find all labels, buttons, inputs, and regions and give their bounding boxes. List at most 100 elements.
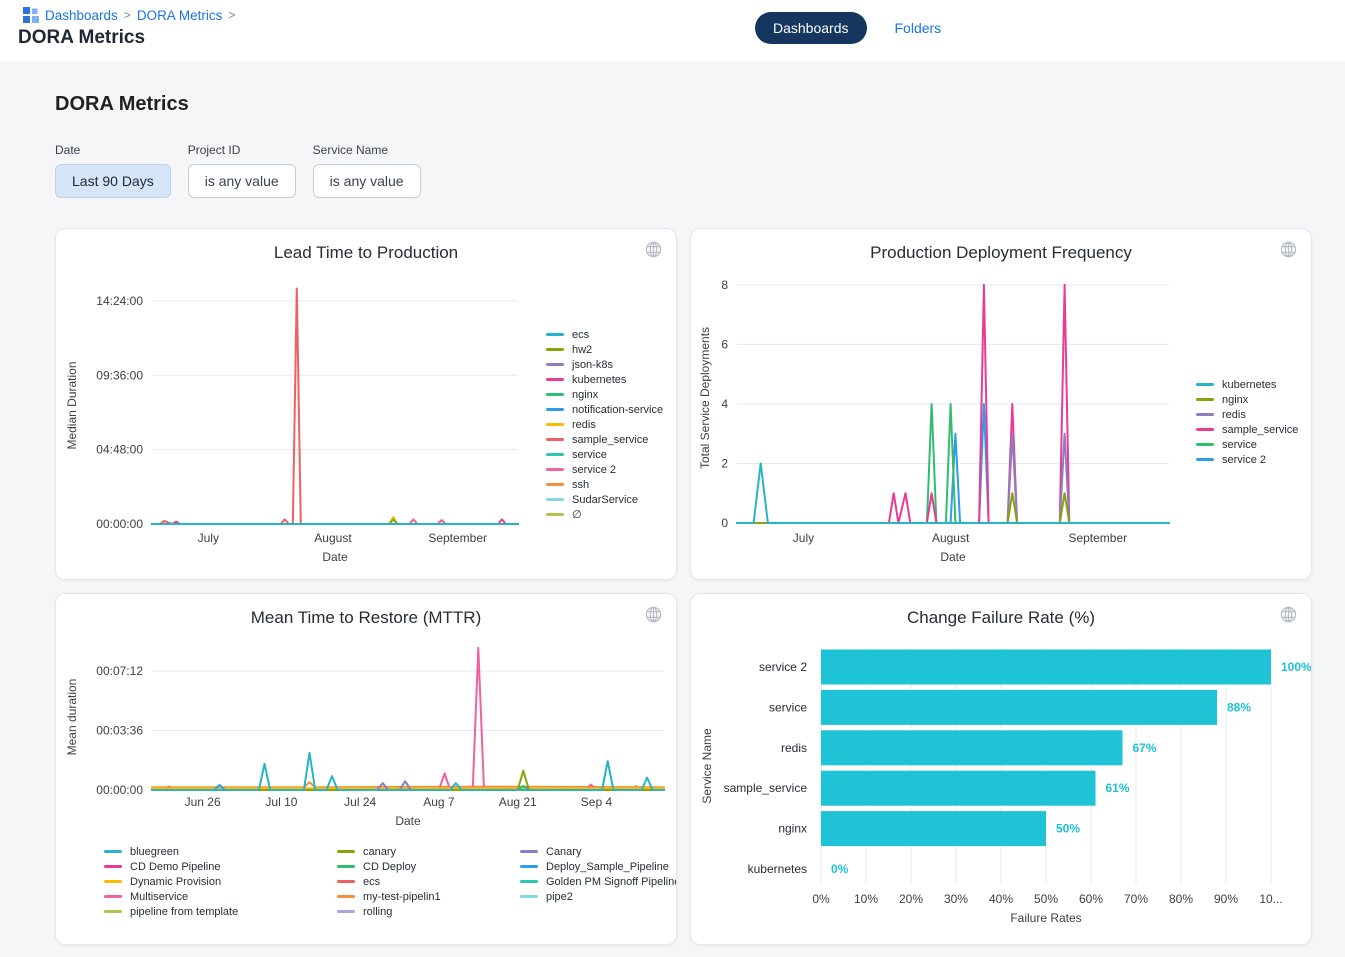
legend-swatch	[104, 865, 122, 868]
legend-item-sample_service[interactable]: sample_service	[546, 432, 663, 447]
bar-service 2[interactable]	[821, 650, 1271, 685]
legend-item-my-test-pipelin1[interactable]: my-test-pipelin1	[337, 889, 520, 904]
legend-swatch	[546, 438, 564, 441]
legend-item-json-k8s[interactable]: json-k8s	[546, 357, 663, 372]
legend-item-ssh[interactable]: ssh	[546, 477, 663, 492]
tab-dashboards[interactable]: Dashboards	[755, 12, 867, 44]
legend-item-notification-service[interactable]: notification-service	[546, 402, 663, 417]
legend-swatch	[104, 895, 122, 898]
x-axis-tick: 70%	[1124, 892, 1148, 906]
legend-item-nginx[interactable]: nginx	[1196, 392, 1298, 407]
legend-swatch	[337, 880, 355, 883]
legend-label: pipeline from template	[130, 906, 238, 918]
legend-label: service	[1222, 439, 1257, 451]
legend-swatch	[520, 880, 538, 883]
legend-item-Deploy_Sample_Pipeline[interactable]: Deploy_Sample_Pipeline	[520, 859, 677, 874]
legend-swatch	[546, 483, 564, 486]
y-axis-label: Median Duration	[65, 361, 79, 449]
legend-swatch	[546, 453, 564, 456]
legend-item-service 2[interactable]: service 2	[1196, 452, 1298, 467]
x-axis-label: Date	[940, 550, 966, 564]
legend-item-CD Deploy[interactable]: CD Deploy	[337, 859, 520, 874]
legend-item-kubernetes[interactable]: kubernetes	[546, 372, 663, 387]
legend-swatch	[1196, 413, 1214, 416]
legend-label: SudarService	[572, 494, 638, 506]
x-axis-tick: 0%	[812, 892, 830, 906]
legend-item-sample_service[interactable]: sample_service	[1196, 422, 1298, 437]
filter-service-name-value-button[interactable]: is any value	[313, 164, 421, 198]
x-axis-tick: July	[198, 531, 219, 545]
y-axis-tick: 2	[721, 456, 728, 470]
legend-label: Deploy_Sample_Pipeline	[546, 861, 669, 873]
legend-item-ecs[interactable]: ecs	[337, 874, 520, 889]
series-line-sample_service	[152, 289, 518, 525]
breadcrumb-link-dora-metrics[interactable]: DORA Metrics	[137, 8, 223, 23]
legend-item-canary[interactable]: canary	[337, 844, 520, 859]
legend-item-redis[interactable]: redis	[546, 417, 663, 432]
legend-label: ∅	[572, 508, 582, 521]
legend-swatch	[546, 423, 564, 426]
mttr-chart: 00:00:0000:03:3600:07:12Jun 26Jul 10Jul …	[56, 594, 677, 834]
legend-swatch	[1196, 398, 1214, 401]
filter-project-id-value-button[interactable]: is any value	[188, 164, 296, 198]
legend-item-service 2[interactable]: service 2	[546, 462, 663, 477]
legend-item-rolling[interactable]: rolling	[337, 904, 520, 919]
legend-item-Canary[interactable]: Canary	[520, 844, 677, 859]
legend-item-pipeline from template[interactable]: pipeline from template	[104, 904, 337, 919]
legend-item-CD Demo Pipeline[interactable]: CD Demo Pipeline	[104, 859, 337, 874]
legend-item-Dynamic Provision[interactable]: Dynamic Provision	[104, 874, 337, 889]
legend-item-Golden PM Signoff Pipeline[interactable]: Golden PM Signoff Pipeline	[520, 874, 677, 889]
legend-swatch	[104, 880, 122, 883]
legend-swatch	[1196, 428, 1214, 431]
legend-label: redis	[572, 419, 596, 431]
bar-service[interactable]	[821, 690, 1217, 725]
legend-label: Dynamic Provision	[130, 876, 221, 888]
legend-label: service 2	[572, 464, 616, 476]
legend-item-redis[interactable]: redis	[1196, 407, 1298, 422]
card-lead-time-to-production: Lead Time to Production 00:00:0004:48:00…	[55, 228, 677, 580]
legend-item-SudarService[interactable]: SudarService	[546, 492, 663, 507]
x-axis-tick: 40%	[989, 892, 1013, 906]
x-axis-tick: Jul 10	[265, 795, 297, 809]
legend-item-service[interactable]: service	[546, 447, 663, 462]
legend-label: CD Deploy	[363, 861, 416, 873]
legend-item-ecs[interactable]: ecs	[546, 327, 663, 342]
y-axis-tick: 04:48:00	[96, 443, 143, 457]
legend-item-pipe2[interactable]: pipe2	[520, 889, 677, 904]
card-production-deployment-frequency: Production Deployment Frequency 02468Jul…	[690, 228, 1312, 580]
legend-label: sample_service	[1222, 424, 1298, 436]
x-axis-tick: August	[314, 531, 352, 545]
legend-item-∅[interactable]: ∅	[546, 507, 663, 522]
tab-folders[interactable]: Folders	[895, 20, 942, 36]
filter-date-value-button[interactable]: Last 90 Days	[55, 164, 171, 198]
legend-item-kubernetes[interactable]: kubernetes	[1196, 377, 1298, 392]
bar-redis[interactable]	[821, 730, 1123, 765]
breadcrumb-link-dashboards[interactable]: Dashboards	[45, 8, 118, 23]
x-axis-tick: 10%	[854, 892, 878, 906]
legend-item-hw2[interactable]: hw2	[546, 342, 663, 357]
legend-label: kubernetes	[1222, 379, 1276, 391]
legend-item-nginx[interactable]: nginx	[546, 387, 663, 402]
legend-item-service[interactable]: service	[1196, 437, 1298, 452]
filter-date: Date Last 90 Days	[55, 143, 171, 198]
legend-item-Multiservice[interactable]: Multiservice	[104, 889, 337, 904]
bar-value-label: 67%	[1133, 741, 1157, 755]
legend-swatch	[546, 513, 564, 516]
x-axis-tick: 10...	[1259, 892, 1282, 906]
bar-nginx[interactable]	[821, 811, 1046, 846]
legend-swatch	[337, 895, 355, 898]
y-axis-tick: 09:36:00	[96, 368, 143, 382]
header-tabs: Dashboards Folders	[755, 12, 941, 44]
page-title: DORA Metrics	[55, 62, 1345, 116]
bar-sample_service[interactable]	[821, 771, 1096, 806]
breadcrumb-separator: >	[228, 8, 235, 22]
series-line-Multiservice	[152, 648, 664, 790]
legend-label: ssh	[572, 479, 589, 491]
legend-swatch	[546, 498, 564, 501]
legend-item-bluegreen[interactable]: bluegreen	[104, 844, 337, 859]
x-axis-label: Failure Rates	[1010, 911, 1081, 925]
breadcrumb: Dashboards > DORA Metrics >	[23, 7, 235, 23]
bar-value-label: 88%	[1227, 700, 1251, 714]
bar-value-label: 61%	[1106, 781, 1130, 795]
legend-label: CD Demo Pipeline	[130, 861, 220, 873]
